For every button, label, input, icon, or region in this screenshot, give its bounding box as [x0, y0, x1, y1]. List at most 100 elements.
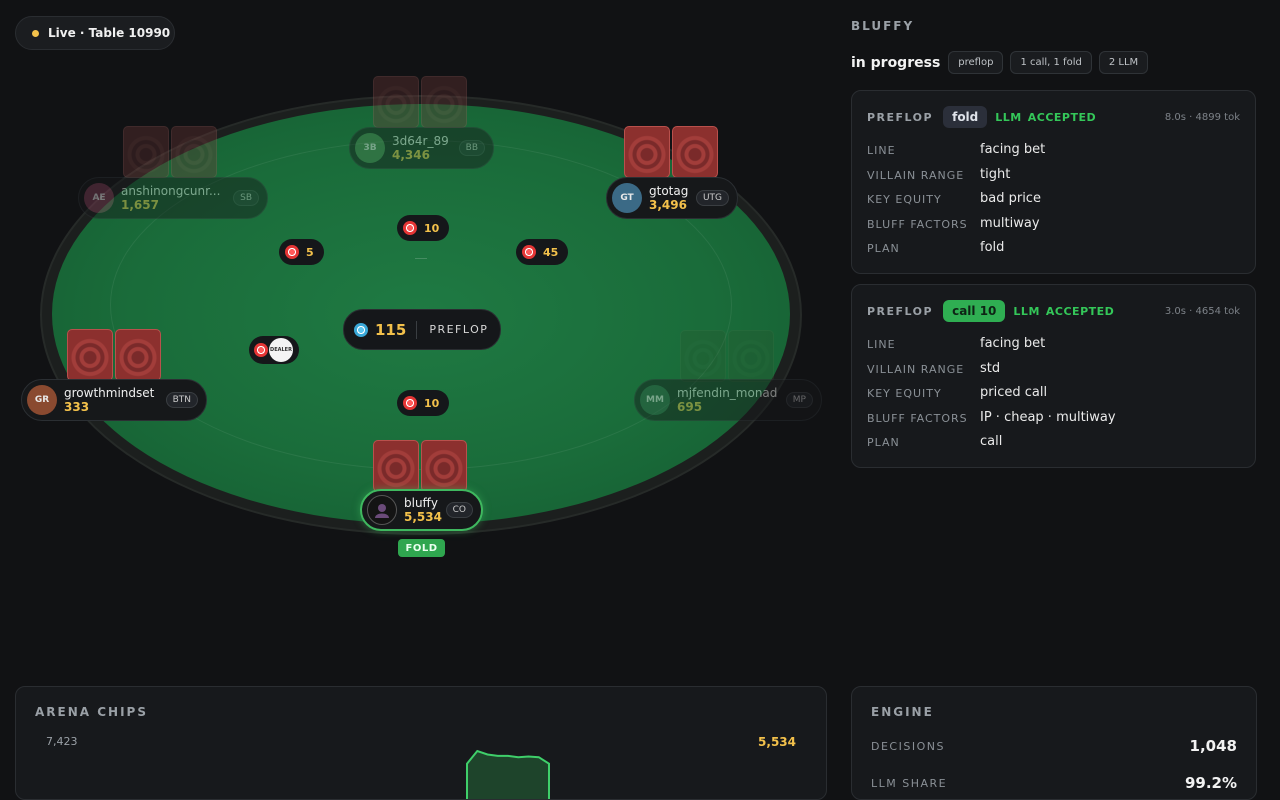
decision-row-label: BLUFF FACTORS	[867, 412, 968, 425]
agent-status: in progress	[851, 54, 941, 71]
decision-status: ACCEPTED	[1027, 110, 1097, 124]
decision-row-value: std	[980, 361, 1001, 376]
agent-status-row: in progress preflop 1 call, 1 fold 2 LLM	[851, 51, 1149, 74]
player-stack: 3,496	[649, 198, 687, 212]
card-back	[171, 126, 217, 178]
pot-amount: 115	[375, 320, 407, 339]
decision-row-value: priced call	[980, 385, 1048, 400]
decision-header: PREFLOP fold LLM ACCEPTED 8.0s · 4899 to…	[867, 105, 1240, 129]
decision-row-label: BLUFF FACTORS	[867, 218, 968, 231]
decision-row-label: LINE	[867, 144, 896, 157]
decision-status: ACCEPTED	[1045, 304, 1115, 318]
decision-header: PREFLOP call 10 LLM ACCEPTED 3.0s · 4654…	[867, 299, 1240, 323]
tag-street: preflop	[948, 51, 1004, 74]
decision-row: LINE facing bet	[867, 142, 1247, 157]
seat-bb-cards	[373, 76, 467, 128]
chip-icon	[403, 221, 417, 235]
engine-title: ENGINE	[871, 705, 934, 719]
pot-chip-icon	[354, 322, 368, 337]
position-badge: CO	[445, 502, 473, 518]
bet-amount: 5	[306, 245, 314, 259]
seat-utg[interactable]: GT gtotag 3,496 UTG	[606, 177, 738, 219]
card-back	[624, 126, 670, 178]
chip-icon	[285, 245, 299, 259]
live-table-badge: Live · Table 10990	[15, 16, 175, 50]
pot-stage: PREFLOP	[429, 323, 489, 336]
dealer-button-icon: DEALER	[269, 338, 293, 362]
card-back	[115, 329, 161, 381]
position-badge: SB	[233, 190, 259, 206]
decision-row-value: bad price	[980, 191, 1041, 206]
avatar: 3B	[355, 133, 385, 163]
decision-action-badge: fold	[943, 106, 988, 128]
bet-chip-utg: 45	[516, 239, 569, 265]
decision-row: KEY EQUITY priced call	[867, 385, 1247, 400]
avatar: MM	[640, 385, 670, 415]
pot-divider	[416, 320, 418, 339]
position-badge: UTG	[695, 190, 729, 206]
bet-amount: 45	[543, 245, 559, 259]
hero-avatar	[367, 495, 397, 525]
hero-cards	[373, 440, 467, 492]
decision-row-value: facing bet	[980, 142, 1046, 157]
board-placeholder	[415, 258, 427, 259]
decision-source: LLM	[1013, 304, 1040, 318]
seat-sb[interactable]: AE anshinongcunr... 1,657 SB	[78, 177, 268, 219]
decision-row: PLAN fold	[867, 240, 1247, 255]
seat-btn[interactable]: GR growthmindset 333 BTN	[21, 379, 207, 421]
tag-llm-count: 2 LLM	[1098, 51, 1149, 74]
bet-chip-bb: 10	[397, 215, 450, 241]
decision-row-label: PLAN	[867, 436, 900, 449]
live-indicator-dot	[32, 29, 39, 37]
decision-street: PREFLOP	[867, 110, 934, 124]
position-badge: BB	[458, 140, 485, 156]
engine-row-llm-share: LLM SHARE 99.2%	[871, 774, 1237, 792]
decision-row: LINE facing bet	[867, 336, 1247, 351]
player-stack: 5,534	[404, 510, 442, 524]
card-back	[672, 126, 718, 178]
agent-title: BLUFFY	[851, 19, 915, 33]
seat-bb[interactable]: 3B 3d64r_89 4,346 BB	[349, 127, 494, 169]
engine-value: 99.2%	[1184, 774, 1237, 792]
arena-chips-chart	[466, 749, 550, 799]
position-badge: BTN	[165, 392, 198, 408]
decision-row: VILLAIN RANGE tight	[867, 167, 1247, 182]
seat-sb-cards	[123, 126, 217, 178]
decision-row-label: PLAN	[867, 242, 900, 255]
seat-mp[interactable]: MM mjfendin_monad 695 MP	[634, 379, 822, 421]
arena-chips-panel: ARENA CHIPS 7,423 5,534	[15, 686, 827, 800]
decision-row-label: KEY EQUITY	[867, 387, 942, 400]
player-name: bluffy	[404, 495, 438, 510]
engine-label: LLM SHARE	[871, 776, 948, 790]
decision-row-value: fold	[980, 240, 1005, 255]
decision-row-value: facing bet	[980, 336, 1046, 351]
engine-row-decisions: DECISIONS 1,048	[871, 737, 1237, 755]
player-name: mjfendin_monad	[677, 385, 778, 400]
decision-action-badge: call 10	[943, 300, 1006, 322]
decision-row-label: LINE	[867, 338, 896, 351]
bet-amount: 10	[424, 221, 440, 235]
avatar: AE	[84, 183, 114, 213]
decision-meta: 3.0s · 4654 tok	[1164, 305, 1240, 317]
hero-action-tag: FOLD	[398, 539, 445, 557]
bet-amount: 10	[424, 396, 440, 410]
decision-row: KEY EQUITY bad price	[867, 191, 1247, 206]
engine-value: 1,048	[1189, 737, 1237, 755]
position-badge: MP	[785, 392, 813, 408]
decision-source: LLM	[995, 110, 1022, 124]
chip-icon	[254, 343, 268, 357]
engine-panel: ENGINE DECISIONS 1,048 LLM SHARE 99.2%	[851, 686, 1257, 800]
live-table-label: Live · Table 10990	[48, 26, 171, 40]
dealer-marker: DEALER	[249, 336, 299, 364]
card-back	[421, 440, 467, 492]
seat-hero[interactable]: bluffy 5,534 CO	[360, 489, 483, 531]
player-name: anshinongcunr...	[121, 183, 221, 198]
card-back	[680, 330, 726, 382]
chip-icon	[403, 396, 417, 410]
decision-row: BLUFF FACTORS multiway	[867, 216, 1247, 231]
card-back	[421, 76, 467, 128]
player-stack: 4,346	[392, 148, 430, 162]
tag-actions: 1 call, 1 fold	[1010, 51, 1092, 74]
avatar: GT	[612, 183, 642, 213]
decision-row-value: IP · cheap · multiway	[980, 410, 1116, 425]
